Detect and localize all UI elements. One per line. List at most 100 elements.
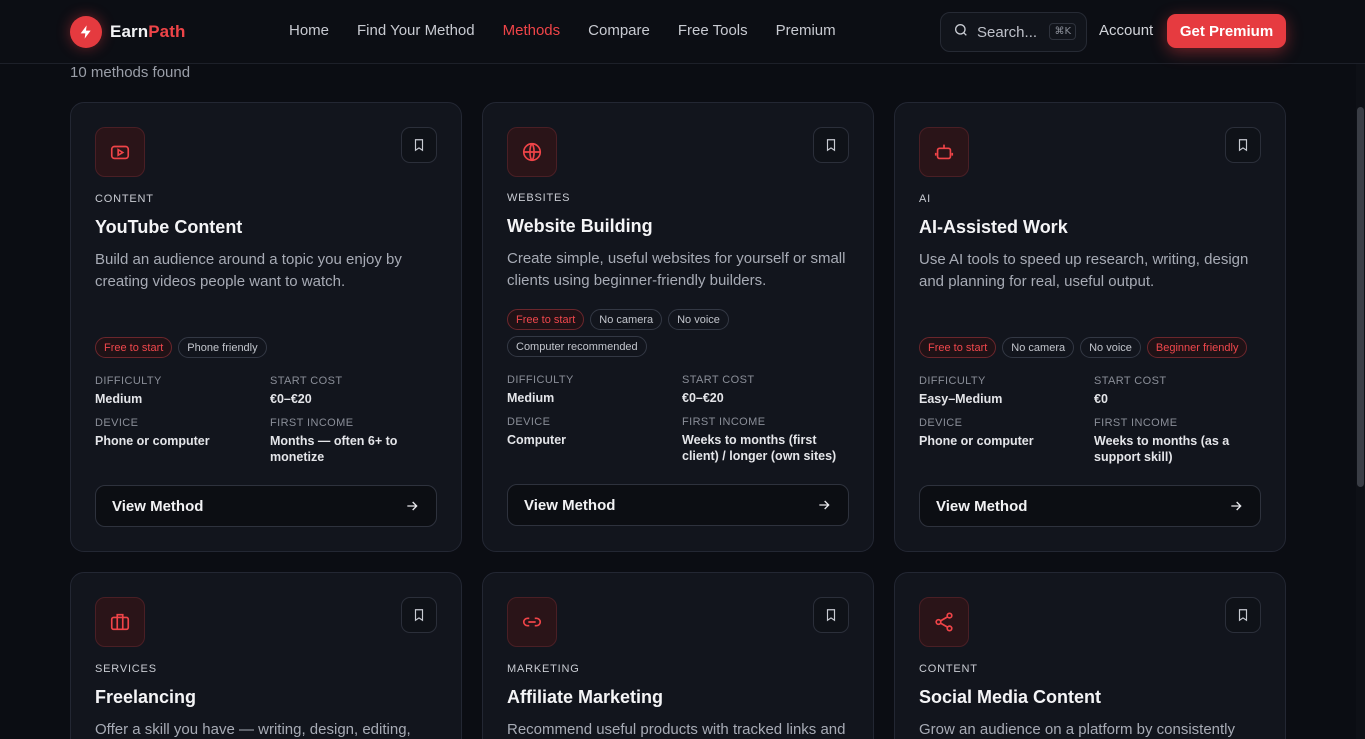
first-income-value: Weeks to months (first client) / longer … bbox=[682, 433, 837, 463]
card-title: Affiliate Marketing bbox=[507, 687, 664, 707]
card-tags: Free to start Phone friendly bbox=[95, 337, 445, 358]
tag: Free to start bbox=[95, 337, 173, 358]
top-navbar: EarnPath Home Find Your Method Methods C… bbox=[0, 0, 1365, 64]
lightning-icon bbox=[70, 16, 102, 48]
link-icon bbox=[507, 597, 557, 647]
nav-find-your-method[interactable]: Find Your Method bbox=[357, 22, 475, 39]
arrow-right-icon bbox=[1231, 501, 1242, 511]
search-placeholder: Search... bbox=[977, 23, 1038, 41]
bookmark-icon bbox=[414, 609, 424, 622]
account-link[interactable]: Account bbox=[1099, 22, 1153, 39]
logo-text: EarnPath bbox=[110, 22, 186, 41]
device-label: DEVICE bbox=[919, 417, 963, 429]
first-income-label: FIRST INCOME bbox=[1094, 417, 1178, 429]
card-category: MARKETING bbox=[507, 663, 580, 675]
first-income-label: FIRST INCOME bbox=[682, 416, 766, 428]
card-title: Website Building bbox=[507, 216, 653, 236]
card-description: Use AI tools to speed up research, writi… bbox=[919, 251, 1249, 290]
main-nav: Home Find Your Method Methods Compare Fr… bbox=[289, 22, 836, 39]
card-title: Social Media Content bbox=[919, 687, 1102, 707]
tag: Computer recommended bbox=[507, 336, 647, 357]
device-value: Computer bbox=[507, 433, 567, 447]
start-cost-label: START COST bbox=[682, 374, 755, 386]
first-income-value: Months — often 6+ to monetize bbox=[270, 434, 398, 464]
nav-premium[interactable]: Premium bbox=[776, 22, 836, 39]
bookmark-button[interactable] bbox=[1225, 127, 1261, 163]
card-tags: Free to start No camera No voice Beginne… bbox=[919, 337, 1269, 358]
bookmark-icon bbox=[1238, 139, 1248, 152]
bookmark-icon bbox=[826, 139, 836, 152]
card-category: CONTENT bbox=[919, 663, 978, 675]
view-method-button[interactable]: View Method bbox=[95, 485, 437, 527]
start-cost-value: €0–€20 bbox=[682, 391, 724, 405]
bookmark-button[interactable] bbox=[401, 597, 437, 633]
bookmark-button[interactable] bbox=[813, 597, 849, 633]
nav-methods[interactable]: Methods bbox=[503, 22, 561, 39]
tag: Free to start bbox=[919, 337, 997, 358]
first-income-label: FIRST INCOME bbox=[270, 417, 354, 429]
get-premium-button[interactable]: Get Premium bbox=[1167, 14, 1286, 48]
tag: Phone friendly bbox=[178, 337, 267, 358]
nav-home[interactable]: Home bbox=[289, 22, 329, 39]
card-description: Build an audience around a topic you enj… bbox=[95, 251, 402, 290]
card-tags: Free to start No camera No voice Compute… bbox=[507, 309, 857, 357]
arrow-right-icon bbox=[819, 500, 830, 510]
tag: No camera bbox=[590, 309, 663, 330]
scrollbar-thumb[interactable] bbox=[1357, 107, 1364, 487]
difficulty-label: DIFFICULTY bbox=[507, 374, 574, 386]
difficulty-value: Medium bbox=[507, 391, 555, 405]
difficulty-value: Easy–Medium bbox=[919, 392, 1003, 406]
device-label: DEVICE bbox=[507, 416, 551, 428]
bookmark-icon bbox=[826, 609, 836, 622]
difficulty-value: Medium bbox=[95, 392, 143, 406]
bookmark-icon bbox=[414, 139, 424, 152]
tag: No camera bbox=[1002, 337, 1075, 358]
arrow-right-icon bbox=[407, 501, 418, 511]
view-method-button[interactable]: View Method bbox=[507, 484, 849, 526]
bookmark-button[interactable] bbox=[1225, 597, 1261, 633]
bookmark-button[interactable] bbox=[401, 127, 437, 163]
card-title: YouTube Content bbox=[95, 217, 243, 237]
start-cost-label: START COST bbox=[1094, 375, 1167, 387]
robot-icon bbox=[919, 127, 969, 177]
share-icon bbox=[919, 597, 969, 647]
view-method-label: View Method bbox=[112, 497, 204, 515]
search-input[interactable]: Search... ⌘K bbox=[940, 12, 1087, 52]
nav-compare[interactable]: Compare bbox=[588, 22, 650, 39]
card-category: SERVICES bbox=[95, 663, 157, 675]
logo[interactable]: EarnPath bbox=[70, 16, 185, 48]
tag: Free to start bbox=[507, 309, 585, 330]
card-title: Freelancing bbox=[95, 687, 197, 707]
card-description: Create simple, useful websites for yours… bbox=[507, 250, 846, 289]
method-card-freelancing: SERVICES Freelancing Offer a skill you h… bbox=[70, 572, 462, 739]
search-shortcut: ⌘K bbox=[1049, 23, 1076, 40]
results-count: 10 methods found bbox=[70, 64, 191, 81]
view-method-label: View Method bbox=[936, 497, 1028, 515]
card-description: Grow an audience on a platform by consis… bbox=[919, 721, 1236, 738]
device-label: DEVICE bbox=[95, 417, 139, 429]
card-category: CONTENT bbox=[95, 193, 154, 205]
briefcase-icon bbox=[95, 597, 145, 647]
globe-icon bbox=[507, 127, 557, 177]
tag: No voice bbox=[1080, 337, 1141, 358]
difficulty-label: DIFFICULTY bbox=[95, 375, 162, 387]
youtube-icon bbox=[95, 127, 145, 177]
start-cost-value: €0 bbox=[1094, 392, 1108, 406]
view-method-label: View Method bbox=[524, 496, 616, 514]
bookmark-button[interactable] bbox=[813, 127, 849, 163]
method-card-website: WEBSITES Website Building Create simple,… bbox=[482, 102, 874, 552]
method-card-ai: AI AI-Assisted Work Use AI tools to spee… bbox=[894, 102, 1286, 552]
view-method-button[interactable]: View Method bbox=[919, 485, 1261, 527]
first-income-value: Weeks to months (as a support skill) bbox=[1094, 434, 1230, 464]
nav-free-tools[interactable]: Free Tools bbox=[678, 22, 748, 39]
bookmark-icon bbox=[1238, 609, 1248, 622]
difficulty-label: DIFFICULTY bbox=[919, 375, 986, 387]
method-card-youtube: CONTENT YouTube Content Build an audienc… bbox=[70, 102, 462, 552]
start-cost-label: START COST bbox=[270, 375, 343, 387]
device-value: Phone or computer bbox=[95, 434, 210, 448]
tag: Beginner friendly bbox=[1146, 337, 1248, 358]
tag: No voice bbox=[668, 309, 729, 330]
start-cost-value: €0–€20 bbox=[270, 392, 312, 406]
method-card-affiliate: MARKETING Affiliate Marketing Recommend … bbox=[482, 572, 874, 739]
card-category: WEBSITES bbox=[507, 192, 571, 204]
